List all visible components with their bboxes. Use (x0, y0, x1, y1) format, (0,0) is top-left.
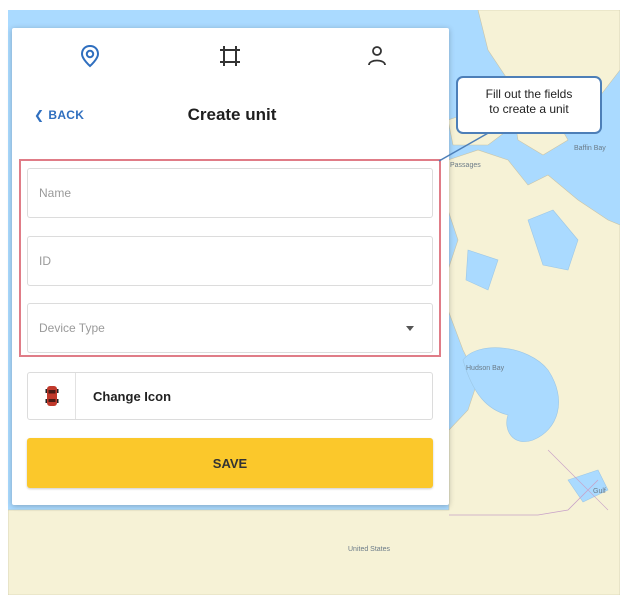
callout-line-1: Fill out the fields (485, 87, 573, 101)
callout-line-2: to create a unit (489, 102, 569, 116)
help-callout: Fill out the fields to create a unit (456, 76, 602, 134)
